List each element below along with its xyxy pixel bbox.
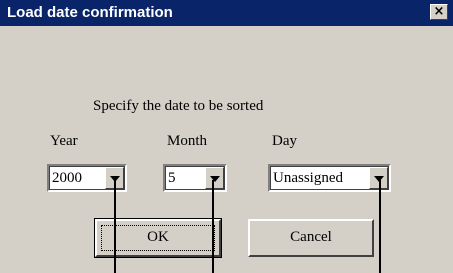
day-callout-line bbox=[379, 180, 381, 273]
day-value: Unassigned bbox=[273, 170, 343, 186]
month-value: 5 bbox=[168, 170, 176, 186]
month-label: Month bbox=[167, 133, 208, 149]
focus-indicator bbox=[101, 225, 215, 251]
cancel-button[interactable]: Cancel bbox=[248, 219, 374, 257]
cancel-button-label: Cancel bbox=[290, 229, 332, 245]
month-select[interactable]: 5 bbox=[163, 164, 227, 192]
close-icon: × bbox=[433, 4, 445, 19]
title-bar[interactable]: Load date confirmation × bbox=[0, 0, 453, 26]
window-title: Load date confirmation bbox=[7, 4, 173, 21]
month-dropdown-button[interactable] bbox=[205, 167, 224, 189]
year-callout-line bbox=[114, 180, 116, 273]
day-select[interactable]: Unassigned bbox=[268, 164, 391, 192]
day-label: Day bbox=[272, 133, 297, 149]
year-value: 2000 bbox=[52, 170, 82, 186]
dialog-window: Load date confirmation × Specify the dat… bbox=[0, 0, 453, 273]
instruction-text: Specify the date to be sorted bbox=[93, 98, 264, 114]
year-label: Year bbox=[50, 133, 78, 149]
month-callout-line bbox=[212, 180, 214, 273]
close-button[interactable]: × bbox=[430, 4, 448, 20]
